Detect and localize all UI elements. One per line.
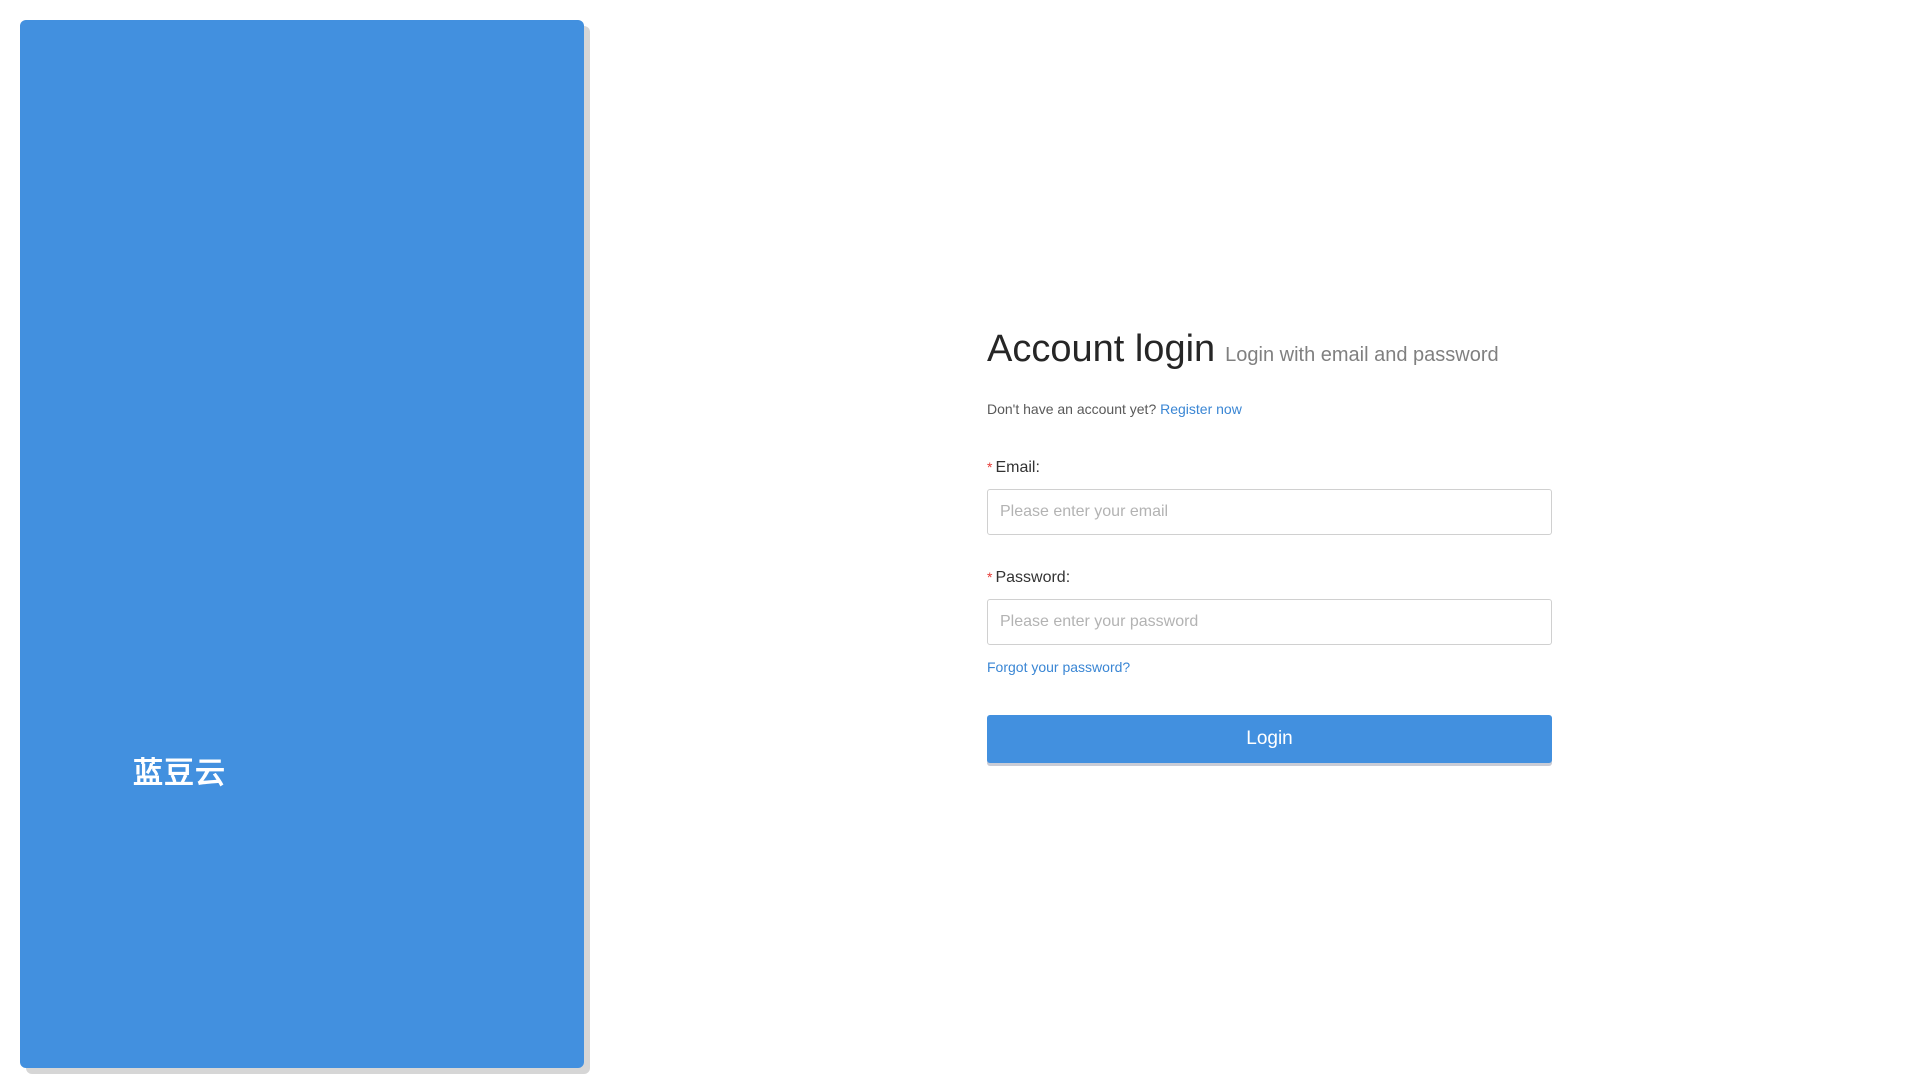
forgot-password-link[interactable]: Forgot your password? <box>987 659 1130 675</box>
email-label-text: Email <box>995 459 1036 476</box>
email-input[interactable] <box>987 489 1552 535</box>
password-label: * Password: <box>987 569 1552 587</box>
required-mark: * <box>987 459 993 475</box>
page-title: Account login <box>987 328 1216 370</box>
brand-name: 蓝豆云 <box>133 756 226 791</box>
password-input[interactable] <box>987 599 1552 645</box>
register-row: Don't have an account yet? Register now <box>987 401 1552 417</box>
password-field-group: * Password: <box>987 569 1552 645</box>
title-row: Account login Login with email and passw… <box>987 328 1552 371</box>
register-prompt: Don't have an account yet? <box>987 401 1157 417</box>
email-label: * Email: <box>987 459 1552 477</box>
forgot-row: Forgot your password? <box>987 659 1552 675</box>
password-label-text: Password <box>995 569 1066 586</box>
register-link[interactable]: Register now <box>1160 401 1242 417</box>
required-mark: * <box>987 569 993 585</box>
label-suffix: : <box>1065 569 1071 586</box>
label-suffix: : <box>1035 459 1040 476</box>
login-form: Account login Login with email and passw… <box>987 328 1552 763</box>
page-subtitle: Login with email and password <box>1225 344 1499 366</box>
login-button[interactable]: Login <box>987 715 1552 763</box>
brand-panel: 蓝豆云 <box>20 20 584 1068</box>
email-field-group: * Email: <box>987 459 1552 535</box>
